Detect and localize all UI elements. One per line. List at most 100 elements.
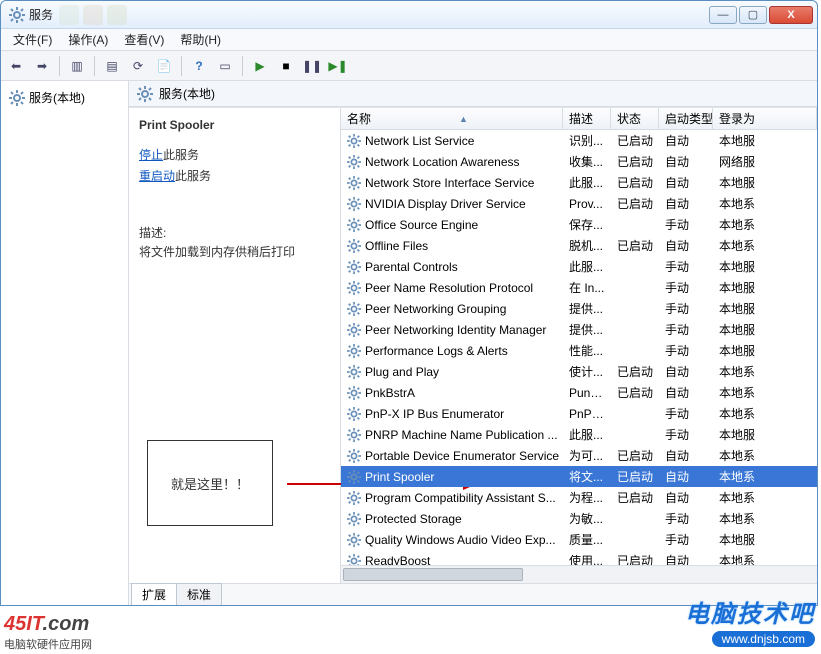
- titlebar[interactable]: 服务 — ▢ X: [1, 1, 817, 29]
- menubar: 文件(F) 操作(A) 查看(V) 帮助(H): [1, 29, 817, 51]
- service-name: Offline Files: [365, 239, 428, 253]
- service-desc: 为敏...: [563, 510, 611, 527]
- menu-action[interactable]: 操作(A): [60, 29, 116, 50]
- service-desc: 将文...: [563, 468, 611, 485]
- service-logon: 本地系: [713, 447, 817, 464]
- service-row[interactable]: Program Compatibility Assistant S...为程..…: [341, 487, 817, 508]
- service-row[interactable]: PnP-X IP Bus EnumeratorPnP-...手动本地系: [341, 403, 817, 424]
- service-row[interactable]: Peer Networking Identity Manager提供...手动本…: [341, 319, 817, 340]
- service-startup: 手动: [659, 216, 713, 233]
- menu-file[interactable]: 文件(F): [5, 29, 60, 50]
- gear-icon: [347, 155, 361, 169]
- service-logon: 本地服: [713, 279, 817, 296]
- service-status: 已启动: [611, 195, 659, 212]
- service-name: Office Source Engine: [365, 218, 478, 232]
- selected-service-name: Print Spooler: [139, 118, 330, 132]
- col-status[interactable]: 状态: [611, 108, 659, 129]
- service-desc: 使用...: [563, 552, 611, 565]
- service-startup: 手动: [659, 342, 713, 359]
- services-icon: [9, 7, 25, 23]
- col-description[interactable]: 描述: [563, 108, 611, 129]
- col-name[interactable]: 名称▲: [341, 108, 563, 129]
- callout-text: 就是这里！！: [171, 474, 249, 493]
- gear-icon: [347, 176, 361, 190]
- toolbar-button[interactable]: ▭: [214, 55, 236, 77]
- logo-45it: 45IT.com 电脑软硬件应用网: [4, 613, 92, 652]
- close-button[interactable]: X: [769, 6, 813, 24]
- service-row[interactable]: Peer Name Resolution Protocol在 In...手动本地…: [341, 277, 817, 298]
- service-status: 已启动: [611, 384, 659, 401]
- col-logon[interactable]: 登录为: [713, 108, 817, 129]
- service-startup: 自动: [659, 447, 713, 464]
- gear-icon: [347, 512, 361, 526]
- service-row[interactable]: ReadyBoost使用...已启动自动本地系: [341, 550, 817, 565]
- restart-service-button[interactable]: ▶❚: [327, 55, 349, 77]
- service-desc: 为程...: [563, 489, 611, 506]
- menu-help[interactable]: 帮助(H): [172, 29, 229, 50]
- service-row[interactable]: Peer Networking Grouping提供...手动本地服: [341, 298, 817, 319]
- gear-icon: [347, 281, 361, 295]
- service-row[interactable]: NVIDIA Display Driver ServiceProv...已启动自…: [341, 193, 817, 214]
- service-desc: 保存...: [563, 216, 611, 233]
- show-hide-tree-button[interactable]: ▥: [66, 55, 88, 77]
- col-startup[interactable]: 启动类型: [659, 108, 713, 129]
- service-name: Print Spooler: [365, 470, 434, 484]
- service-row[interactable]: PNRP Machine Name Publication ...此服...手动…: [341, 424, 817, 445]
- service-startup: 自动: [659, 237, 713, 254]
- service-startup: 手动: [659, 531, 713, 548]
- tab-standard[interactable]: 标准: [176, 583, 222, 605]
- restart-link[interactable]: 重启动: [139, 169, 175, 183]
- service-row[interactable]: Network Store Interface Service此服...已启动自…: [341, 172, 817, 193]
- service-row[interactable]: Network Location Awareness收集...已启动自动网络服: [341, 151, 817, 172]
- service-status: 已启动: [611, 363, 659, 380]
- service-status: 已启动: [611, 552, 659, 565]
- back-button[interactable]: ⬅: [5, 55, 27, 77]
- gear-icon: [347, 428, 361, 442]
- gear-icon: [9, 90, 25, 106]
- toolbar: ⬅ ➡ ▥ ▤ ⟳ 📄 ? ▭ ▶ ■ ❚❚ ▶❚: [1, 51, 817, 81]
- service-startup: 自动: [659, 195, 713, 212]
- properties-button[interactable]: ▤: [101, 55, 123, 77]
- service-row[interactable]: PnkBstrAPunk...已启动自动本地系: [341, 382, 817, 403]
- sort-indicator-icon: ▲: [459, 114, 468, 124]
- service-row[interactable]: Quality Windows Audio Video Exp... 质量... 手…: [341, 529, 817, 550]
- service-name: PNRP Machine Name Publication ...: [365, 428, 558, 442]
- export-button[interactable]: 📄: [153, 55, 175, 77]
- service-name: Quality Windows Audio Video Exp...: [365, 533, 556, 547]
- minimize-button[interactable]: —: [709, 6, 737, 24]
- service-logon: 本地系: [713, 363, 817, 380]
- service-row[interactable]: Office Source Engine保存...手动本地系: [341, 214, 817, 235]
- service-startup: 自动: [659, 384, 713, 401]
- tree-root[interactable]: 服务(本地): [5, 87, 124, 108]
- service-row[interactable]: Portable Device Enumerator Service为可...已…: [341, 445, 817, 466]
- menu-view[interactable]: 查看(V): [116, 29, 172, 50]
- console-tree[interactable]: 服务(本地): [1, 81, 129, 605]
- service-name: Portable Device Enumerator Service: [365, 449, 559, 463]
- pause-service-button[interactable]: ❚❚: [301, 55, 323, 77]
- help-button[interactable]: ?: [188, 55, 210, 77]
- service-desc: 性能...: [563, 342, 611, 359]
- description-label: 描述:: [139, 224, 330, 241]
- service-row[interactable]: Offline Files脱机...已启动自动本地系: [341, 235, 817, 256]
- service-row[interactable]: Protected Storage为敏...手动本地系: [341, 508, 817, 529]
- scrollbar-thumb[interactable]: [343, 568, 523, 581]
- service-desc: 提供...: [563, 300, 611, 317]
- service-row[interactable]: Parental Controls此服...手动本地服: [341, 256, 817, 277]
- service-row[interactable]: Network List Service识别...已启动自动本地服: [341, 130, 817, 151]
- tab-extended[interactable]: 扩展: [131, 583, 177, 605]
- horizontal-scrollbar[interactable]: [341, 565, 817, 583]
- service-desc: 质量...: [563, 531, 611, 548]
- service-logon: 本地服: [713, 321, 817, 338]
- service-row[interactable]: Plug and Play使计...已启动自动本地系: [341, 361, 817, 382]
- forward-button[interactable]: ➡: [31, 55, 53, 77]
- gear-icon: [347, 365, 361, 379]
- service-row[interactable]: Print Spooler将文...已启动自动本地系: [341, 466, 817, 487]
- refresh-button[interactable]: ⟳: [127, 55, 149, 77]
- stop-service-button[interactable]: ■: [275, 55, 297, 77]
- service-name: Peer Networking Grouping: [365, 302, 506, 316]
- service-row[interactable]: Performance Logs & Alerts性能...手动本地服: [341, 340, 817, 361]
- stop-link[interactable]: 停止: [139, 148, 163, 162]
- start-service-button[interactable]: ▶: [249, 55, 271, 77]
- maximize-button[interactable]: ▢: [739, 6, 767, 24]
- service-logon: 本地服: [713, 174, 817, 191]
